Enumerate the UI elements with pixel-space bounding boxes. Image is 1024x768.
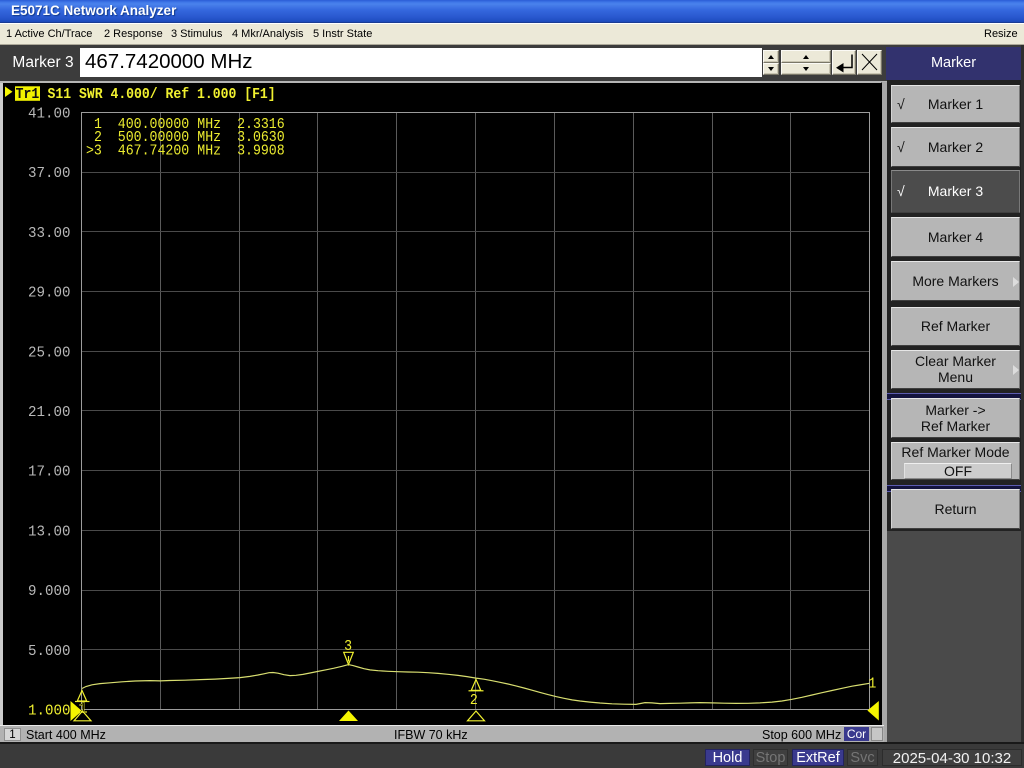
svg-text:41.00: 41.00 (28, 106, 70, 122)
svg-text:5.000: 5.000 (28, 643, 70, 659)
svg-text:21.00: 21.00 (28, 405, 70, 421)
svg-text:1.000: 1.000 (28, 703, 70, 719)
svg-text:33.00: 33.00 (28, 226, 70, 242)
svg-text:17.00: 17.00 (28, 464, 70, 480)
svg-text:2: 2 (470, 692, 478, 709)
svg-text:9.000: 9.000 (28, 584, 70, 600)
svg-text:3: 3 (344, 638, 352, 655)
svg-text:13.00: 13.00 (28, 524, 70, 540)
svg-text:29.00: 29.00 (28, 285, 70, 301)
svg-text:Tr1: Tr1 (16, 86, 40, 103)
svg-text:MHz: MHz (197, 143, 221, 160)
svg-text:25.00: 25.00 (28, 345, 70, 361)
svg-text:37.00: 37.00 (28, 166, 70, 182)
svg-text:3.9908: 3.9908 (237, 143, 285, 160)
svg-text:467.74200: 467.74200 (118, 143, 189, 160)
svg-text:S11 SWR 4.000/ Ref 1.000 [F1]: S11 SWR 4.000/ Ref 1.000 [F1] (48, 86, 276, 103)
svg-text:1: 1 (868, 676, 876, 693)
svg-text:>3: >3 (86, 143, 102, 160)
